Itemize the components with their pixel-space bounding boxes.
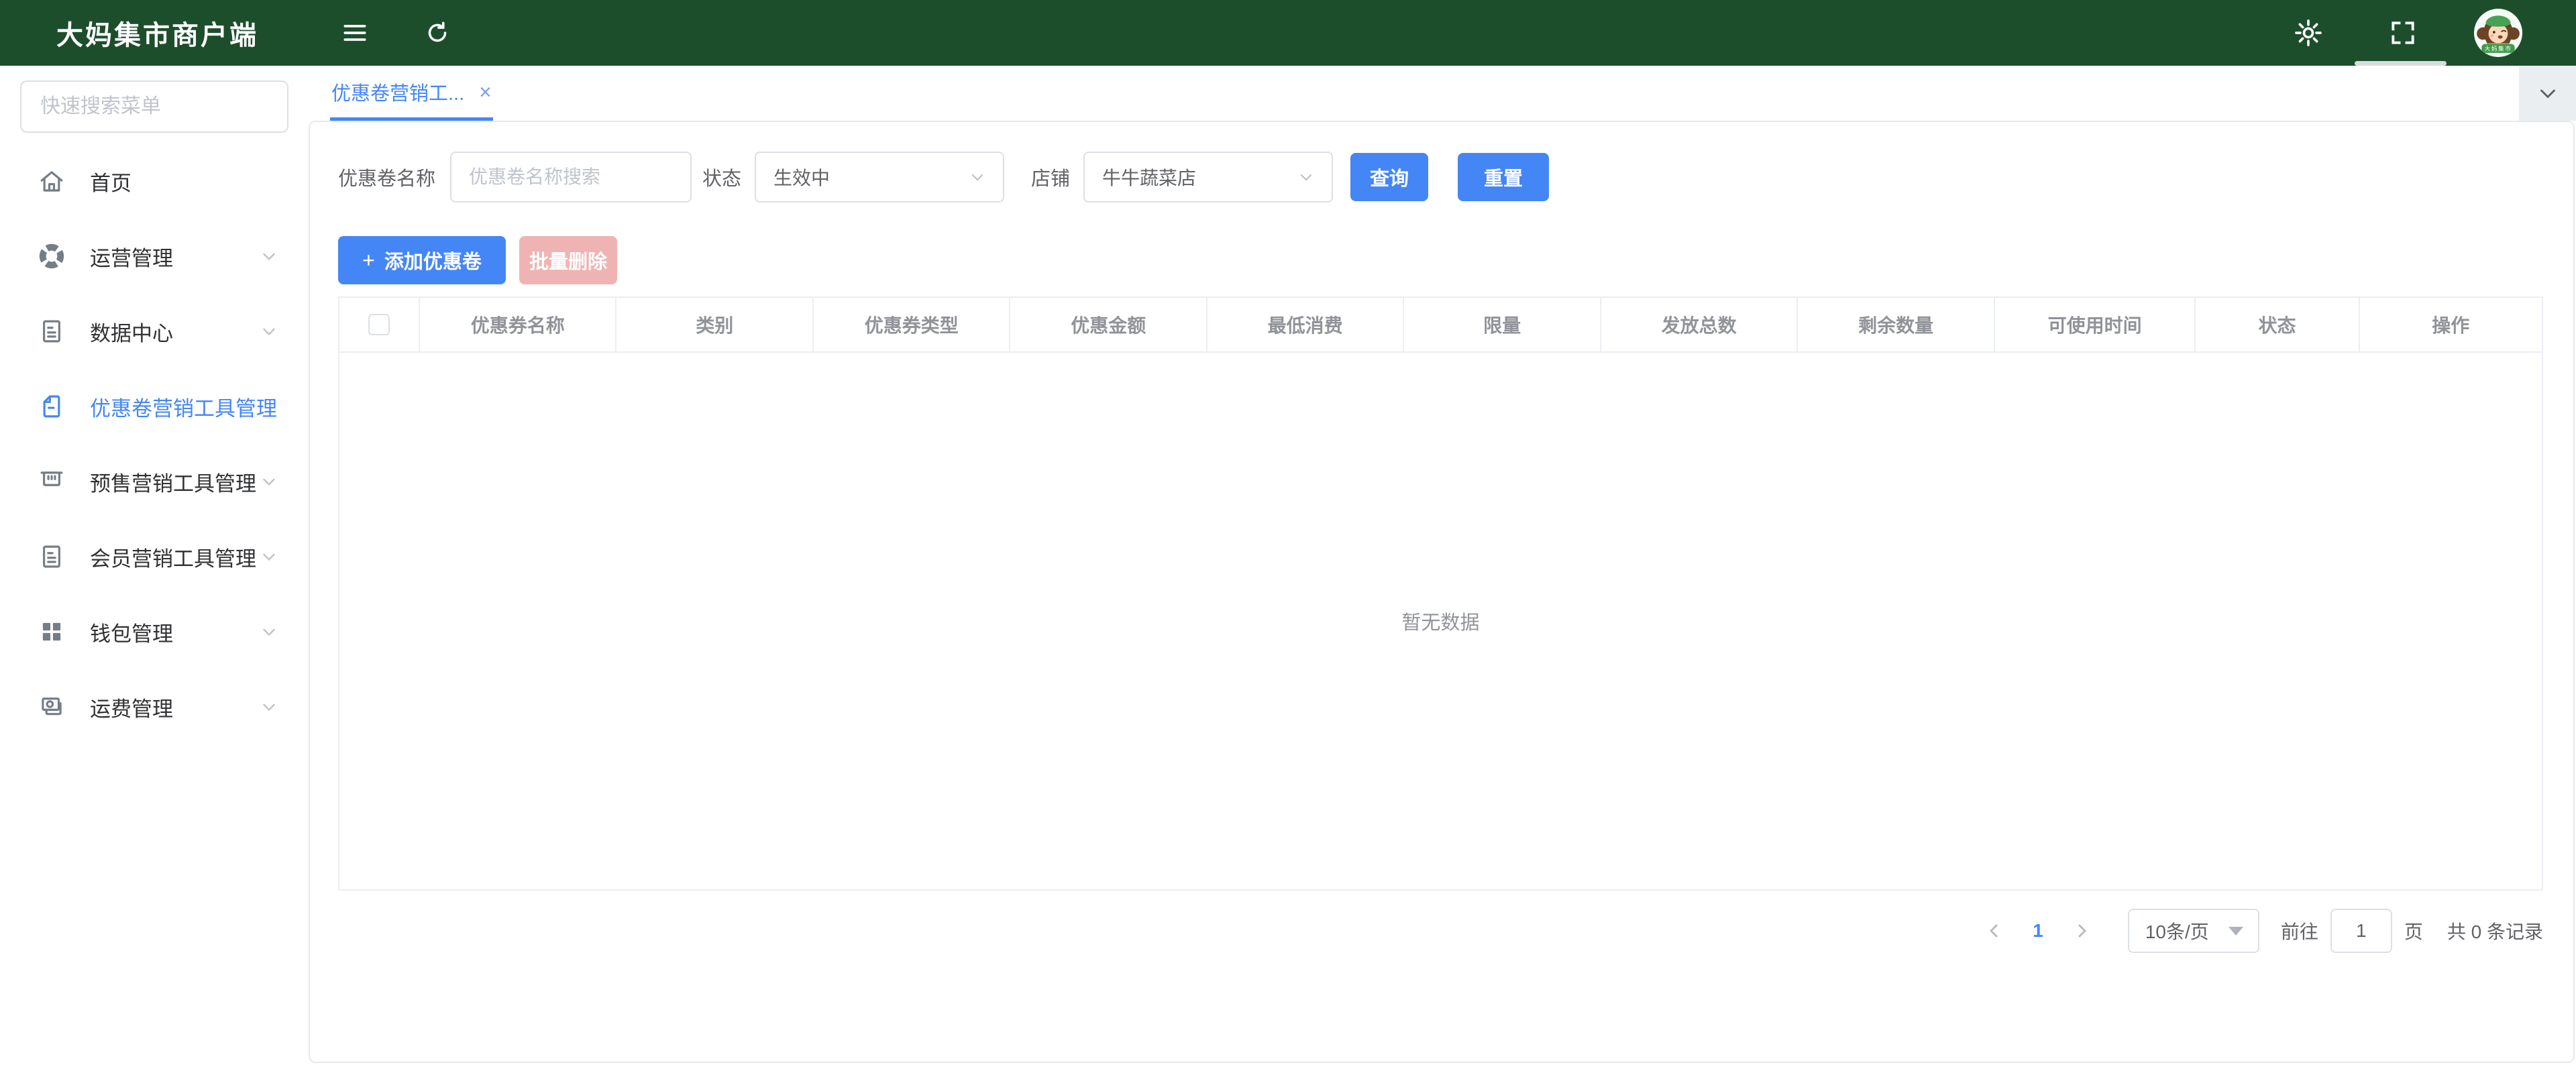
goto-page-input[interactable] [2330,909,2392,953]
settings-gear-icon[interactable] [2293,17,2324,48]
next-page-icon[interactable] [2072,921,2092,941]
column-header-discount: 优惠金额 [1010,298,1207,351]
shop-select-value: 牛牛蔬菜店 [1102,164,1196,190]
sidebar-item-presale-tools[interactable]: 预售营销工具管理 [0,444,309,519]
sidebar-item-home[interactable]: 首页 [0,144,309,219]
shop-select[interactable]: 牛牛蔬菜店 [1083,152,1333,203]
column-header-operation: 操作 [2360,298,2542,351]
chevron-down-icon [968,168,987,186]
chevron-down-icon [259,547,279,567]
menu-search-input[interactable] [20,80,288,133]
tabbar-scrollbar-thumb[interactable] [2355,61,2447,66]
tab-close-icon[interactable]: × [479,81,492,103]
sidebar-item-operations[interactable]: 运营管理 [0,219,309,294]
sidebar-item-freight[interactable]: 运费管理 [0,669,309,744]
sidebar-item-label: 运费管理 [90,692,173,722]
presale-board-icon [38,467,66,496]
sidebar-item-label: 钱包管理 [90,617,173,647]
sidebar-item-member-tools[interactable]: 会员营销工具管理 [0,519,309,594]
shop-label: 店铺 [1031,163,1070,191]
page-number-1[interactable]: 1 [2033,920,2043,942]
pagination-bar: 1 10条/页 前往 页 共 0 条记录 [338,907,2543,955]
chevron-down-icon [259,246,279,266]
tab-label: 优惠卷营销工... [331,78,464,106]
reset-button[interactable]: 重置 [1458,153,1549,201]
tab-bar: 优惠卷营销工... × [309,66,2576,121]
sidebar-item-label: 会员营销工具管理 [90,542,256,572]
sidebar-item-label: 数据中心 [90,317,173,347]
status-select[interactable]: 生效中 [755,152,1004,203]
column-header-min-spend: 最低消费 [1208,298,1404,351]
sidebar-item-wallet[interactable]: 钱包管理 [0,594,309,669]
chevron-down-icon [259,697,279,717]
sidebar-item-label: 优惠卷营销工具管理 [90,392,277,422]
column-header-category: 类别 [616,298,813,351]
app-title: 大妈集市商户端 [56,13,258,52]
status-select-value: 生效中 [773,164,830,190]
filter-bar: 优惠卷名称 状态 生效中 店铺 牛牛蔬菜店 查询 重置 [338,152,2543,203]
header-right-group: 大妈集市 [2293,9,2522,57]
avatar[interactable]: 大妈集市 [2474,9,2522,57]
column-header-status: 状态 [2196,298,2359,351]
select-all-cell [339,298,420,351]
coupon-table: 优惠券名称 类别 优惠券类型 优惠金额 最低消费 限量 发放总数 剩余数量 可使… [338,296,2543,891]
status-label: 状态 [702,163,741,191]
fullscreen-icon[interactable] [2388,18,2418,48]
sidebar: 首页 运营管理 数据中心 [0,66,309,1069]
add-coupon-label: 添加优惠卷 [384,246,482,274]
coupon-file-icon [38,392,66,420]
tab-coupon-tools[interactable]: 优惠卷营销工... × [330,66,493,121]
sidebar-item-label: 首页 [90,166,131,196]
table-empty-state: 暂无数据 [339,353,2542,889]
caret-down-icon [2229,927,2243,936]
hamburger-menu-icon[interactable] [340,18,370,48]
table-header-row: 优惠券名称 类别 优惠券类型 优惠金额 最低消费 限量 发放总数 剩余数量 可使… [339,298,2542,353]
chevron-down-icon [2535,80,2561,106]
batch-delete-button[interactable]: 批量删除 [519,236,617,284]
sidebar-item-label: 预售营销工具管理 [90,467,256,497]
sidebar-menu: 首页 运营管理 数据中心 [0,144,309,744]
goto-label: 前往 [2281,917,2318,944]
page-unit-label: 页 [2404,917,2423,944]
tab-actions-dropdown[interactable] [2519,66,2576,121]
column-header-remaining: 剩余数量 [1798,298,1994,351]
sidebar-item-label: 运营管理 [90,241,173,272]
plus-icon: + [362,248,375,273]
chevron-down-icon [259,622,279,642]
query-button[interactable]: 查询 [1350,153,1428,201]
chevron-down-icon [259,321,279,341]
column-header-issued-total: 发放总数 [1601,298,1798,351]
operations-icon [38,242,66,270]
app-header: 大妈集市商户端 [0,0,2576,66]
add-coupon-button[interactable]: + 添加优惠卷 [338,236,506,284]
empty-text: 暂无数据 [1401,607,1479,635]
freight-icon [38,693,66,721]
chevron-down-icon [259,471,279,492]
data-center-icon [38,317,66,345]
coupon-name-label: 优惠卷名称 [338,163,435,191]
column-header-coupon-name: 优惠券名称 [420,298,616,351]
sidebar-item-data-center[interactable]: 数据中心 [0,294,309,369]
column-header-coupon-type: 优惠券类型 [814,298,1010,351]
total-records-label: 共 0 条记录 [2447,917,2543,944]
main-content: 优惠卷营销工... × 优惠卷名称 状态 生效中 [309,66,2576,1069]
member-doc-icon [38,543,66,571]
prev-page-icon[interactable] [1984,921,2004,941]
refresh-icon[interactable] [423,19,451,47]
page-size-value: 10条/页 [2145,917,2209,944]
column-header-valid-time: 可使用时间 [1995,298,2196,351]
sidebar-item-coupon-tools[interactable]: 优惠卷营销工具管理 [0,369,309,444]
table-toolbar: + 添加优惠卷 批量删除 [338,236,2543,284]
coupon-name-input[interactable] [450,152,692,203]
content-card: 优惠卷名称 状态 生效中 店铺 牛牛蔬菜店 查询 重置 [309,121,2575,1063]
avatar-badge-text: 大妈集市 [2484,45,2512,52]
page-size-select[interactable]: 10条/页 [2128,909,2259,953]
select-all-checkbox[interactable] [368,314,390,335]
wallet-icon [38,618,66,646]
chevron-down-icon [1297,168,1316,186]
home-icon [38,167,66,195]
column-header-limit: 限量 [1404,298,1601,351]
